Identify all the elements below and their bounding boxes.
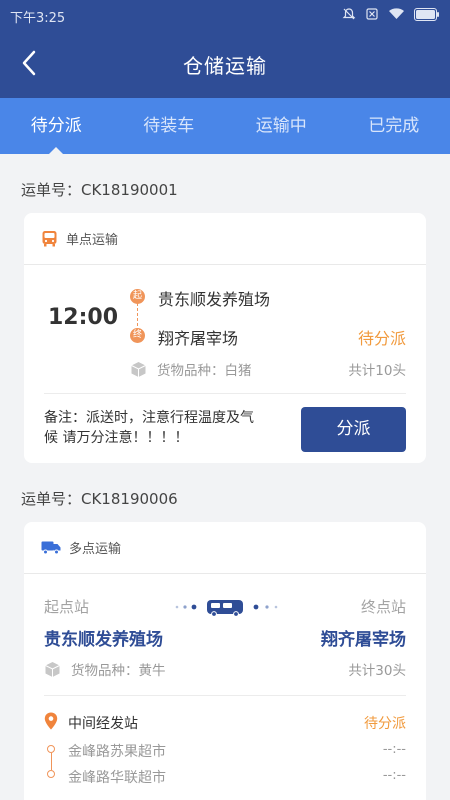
- tab-pending-dispatch[interactable]: 待分派: [0, 98, 113, 154]
- sim-icon: [365, 7, 379, 25]
- tab-completed[interactable]: 已完成: [338, 98, 450, 154]
- title-bar: 仓储运输: [0, 32, 450, 98]
- stop-marker: [47, 745, 55, 753]
- end-station-label: 终点站: [360, 598, 406, 616]
- status-badge: 待分派: [364, 716, 406, 732]
- location-pin-icon: [44, 712, 58, 734]
- status-badge: 待分派: [357, 329, 406, 348]
- transport-type-label: 多点运输: [69, 542, 122, 557]
- start-badge: 起: [130, 289, 145, 304]
- intermediate-stop-time: --:--: [382, 742, 406, 757]
- transport-type-label: 单点运输: [66, 233, 119, 248]
- card-header: 多点运输: [24, 522, 426, 574]
- goods-type: 货物品种：黄牛: [71, 663, 166, 679]
- tab-bar: 待分派 待装车 运输中 已完成: [0, 98, 450, 154]
- battery-icon: [414, 7, 440, 25]
- end-location: 翔齐屠宰场: [158, 329, 239, 348]
- order-number: 运单号：CK18190006: [21, 490, 178, 508]
- intermediate-stop: 金峰路苏果超市: [68, 744, 166, 760]
- stop-marker: [47, 770, 55, 778]
- intermediate-stop: 金峰路华联超市: [68, 770, 166, 786]
- order-list: 运单号：CK18190001 单点运输 12:00 起 终 贵东顺发养殖场 翔齐…: [0, 154, 450, 800]
- start-location: 贵东顺发养殖场: [158, 290, 271, 309]
- divider: [44, 393, 406, 394]
- intermediate-stations-title: 中间经发站: [68, 716, 138, 732]
- box-icon: [130, 361, 147, 378]
- wifi-icon: [388, 7, 405, 25]
- page-title: 仓储运输: [183, 54, 267, 78]
- order-card-multi[interactable]: 多点运输 起点站 终点站 贵东顺发养殖场 翔齐屠宰场 货物品种：黄牛 共计30头…: [24, 522, 426, 800]
- tab-in-transit[interactable]: 运输中: [225, 98, 338, 154]
- truck-icon: [41, 540, 61, 555]
- status-icons: [342, 7, 440, 25]
- end-badge: 终: [130, 328, 145, 343]
- route-connector: [174, 598, 280, 616]
- intermediate-stop-time: --:--: [382, 768, 406, 783]
- route-line: [51, 753, 52, 770]
- goods-info: 货物品种：黄牛: [44, 659, 166, 679]
- status-bar: 下午3:25: [0, 0, 450, 32]
- order-card-single[interactable]: 单点运输 12:00 起 终 贵东顺发养殖场 翔齐屠宰场 待分派 货物品种：白猪…: [24, 213, 426, 463]
- goods-type: 货物品种：白猪: [157, 363, 252, 379]
- departure-time: 12:00: [48, 305, 119, 330]
- route-indicator: 起 终: [130, 286, 146, 343]
- dispatch-button[interactable]: 分派: [301, 407, 406, 452]
- mute-icon: [342, 7, 356, 25]
- card-header: 单点运输: [24, 213, 426, 265]
- end-station: 翔齐屠宰场: [321, 630, 406, 650]
- goods-info: 货物品种：白猪: [130, 359, 252, 379]
- goods-total: 共计30头: [348, 663, 406, 679]
- divider: [44, 695, 406, 696]
- start-station-label: 起点站: [44, 598, 90, 616]
- bus-icon: [41, 230, 58, 247]
- goods-total: 共计10头: [348, 363, 406, 379]
- box-icon: [44, 661, 61, 678]
- intermediate-route: [46, 745, 56, 778]
- status-time: 下午3:25: [10, 10, 66, 26]
- order-number: 运单号：CK18190001: [21, 181, 178, 199]
- order-note: 备注：派送时，注意行程温度及气候 请万分注意！！！！: [44, 410, 254, 446]
- start-station: 贵东顺发养殖场: [44, 630, 163, 650]
- tab-pending-loading[interactable]: 待装车: [113, 98, 226, 154]
